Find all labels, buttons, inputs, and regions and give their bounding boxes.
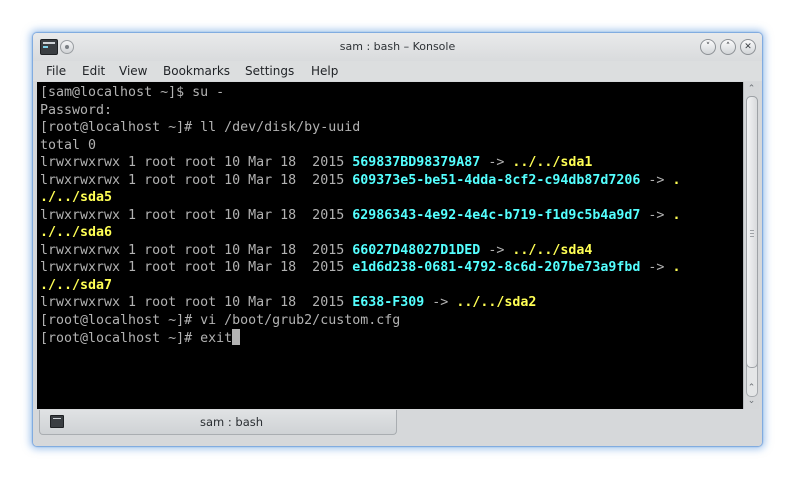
terminal-line: lrwxrwxrwx 1 root root 10 Mar 18 2015 E6… (40, 294, 743, 312)
terminal-segment: [sam@localhost ~]$ su - (40, 85, 225, 100)
uuid-text: E638-F309 (352, 295, 425, 310)
symlink-target: ./../sda7 (40, 277, 113, 293)
konsole-window: sam : bash – Konsole ˅ ˄ ✕ File Edit Vie… (33, 33, 762, 446)
terminal-line: lrwxrwxrwx 1 root root 10 Mar 18 2015 56… (40, 154, 743, 172)
terminal-line: ./../sda6 (40, 224, 743, 242)
terminal-line: [root@localhost ~]# exit (40, 329, 743, 347)
terminal-segment: lrwxrwxrwx 1 root root 10 Mar 18 2015 (40, 207, 353, 223)
symlink-target: ./../sda5 (40, 190, 113, 205)
terminal-segment: [root@localhost ~]# exit (40, 331, 233, 346)
terminal-segment: total 0 (40, 137, 97, 153)
terminal-tab-icon (50, 415, 64, 428)
terminal-line: Password: (40, 102, 743, 120)
terminal-segment: -> (424, 295, 457, 310)
terminal-line: lrwxrwxrwx 1 root root 10 Mar 18 2015 62… (40, 207, 743, 225)
terminal-line: total 0 (40, 137, 743, 155)
menu-edit[interactable]: Edit (82, 63, 105, 79)
uuid-text: 62986343-4e92-4e4c-b719-f1d9c5b4a9d7 (352, 207, 641, 223)
maximize-button[interactable]: ˄ (720, 39, 736, 55)
terminal-segment: lrwxrwxrwx 1 root root 10 Mar 18 2015 (40, 242, 353, 258)
minimize-button[interactable]: ˅ (700, 39, 716, 55)
terminal-segment: -> (640, 172, 673, 188)
symlink-target: . (672, 207, 681, 223)
terminal-line: ./../sda5 (40, 189, 743, 207)
terminal-line: [root@localhost ~]# vi /boot/grub2/custo… (40, 312, 743, 330)
terminal-line: lrwxrwxrwx 1 root root 10 Mar 18 2015 66… (40, 242, 743, 260)
menu-help[interactable]: Help (311, 63, 338, 79)
symlink-target: ../../sda1 (512, 155, 593, 170)
uuid-text: 609373e5-be51-4dda-8cf2-c94db87d7206 (352, 172, 641, 188)
symlink-target: ../../sda4 (512, 242, 593, 258)
grip-icon (750, 230, 754, 231)
scroll-down-arrow-icon[interactable]: ⌄ (744, 394, 759, 408)
symlink-target: . (672, 260, 681, 275)
terminal-segment: lrwxrwxrwx 1 root root 10 Mar 18 2015 (40, 295, 353, 310)
menu-settings[interactable]: Settings (245, 63, 294, 79)
text-cursor (232, 329, 241, 345)
terminal-line: [sam@localhost ~]$ su - (40, 84, 743, 102)
tab-bar: sam : bash (33, 410, 762, 446)
scroll-handle[interactable] (746, 96, 758, 368)
terminal-line: lrwxrwxrwx 1 root root 10 Mar 18 2015 60… (40, 172, 743, 190)
menu-bookmarks[interactable]: Bookmarks (163, 63, 230, 79)
terminal-line: lrwxrwxrwx 1 root root 10 Mar 18 2015 e1… (40, 259, 743, 277)
terminal-segment: -> (480, 155, 513, 170)
terminal-segment: lrwxrwxrwx 1 root root 10 Mar 18 2015 (40, 155, 353, 170)
symlink-target: ../../sda2 (456, 295, 537, 310)
symlink-target: ./../sda6 (40, 225, 113, 240)
terminal-line: [root@localhost ~]# ll /dev/disk/by-uuid (40, 119, 743, 137)
vertical-scrollbar[interactable]: ⌃ ⌃ ⌄ (743, 82, 759, 409)
terminal-segment: -> (640, 260, 673, 275)
tab-label: sam : bash (200, 415, 264, 429)
close-button[interactable]: ✕ (740, 39, 756, 55)
terminal-segment: -> (640, 207, 673, 223)
menu-view[interactable]: View (119, 63, 147, 79)
symlink-target: . (672, 172, 681, 188)
terminal-text: [sam@localhost ~]$ su - Password: [root@lo… (40, 84, 743, 347)
terminal-line: ./../sda7 (40, 277, 743, 295)
terminal-segment: [root@localhost ~]# ll /dev/disk/by-uuid (40, 120, 361, 135)
uuid-text: 569837BD98379A87 (352, 155, 481, 170)
uuid-text: 66027D48027D1DED (352, 242, 481, 258)
terminal-segment: -> (480, 242, 513, 258)
tab-sam-bash[interactable]: sam : bash (39, 410, 397, 435)
title-bar[interactable]: sam : bash – Konsole ˅ ˄ ✕ (33, 33, 762, 61)
terminal-segment: lrwxrwxrwx 1 root root 10 Mar 18 2015 (40, 172, 353, 188)
window-title: sam : bash – Konsole (339, 40, 456, 53)
terminal-segment: Password: (40, 102, 113, 118)
terminal-output[interactable]: [sam@localhost ~]$ su - Password: [root@lo… (37, 82, 758, 409)
menu-file[interactable]: File (46, 63, 66, 79)
menu-bar: File Edit View Bookmarks Settings Help (33, 61, 762, 81)
uuid-text: e1d6d238-0681-4792-8c6d-207be73a9fbd (352, 260, 641, 275)
scroll-up-arrow-icon-bottom[interactable]: ⌃ (744, 381, 759, 395)
scroll-up-arrow-icon[interactable]: ⌃ (744, 82, 759, 96)
terminal-segment: [root@localhost ~]# vi /boot/grub2/custo… (40, 312, 401, 328)
terminal-segment: lrwxrwxrwx 1 root root 10 Mar 18 2015 (40, 260, 353, 275)
